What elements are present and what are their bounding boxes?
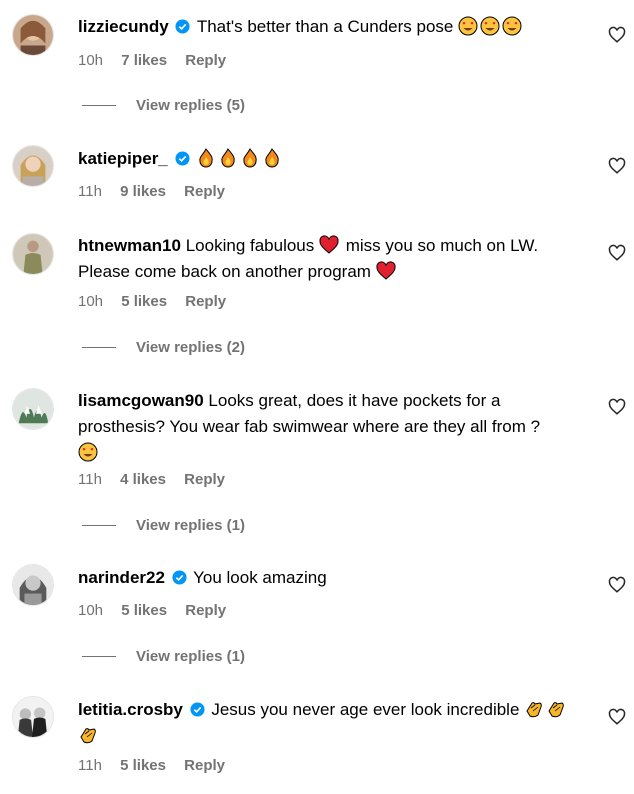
view-replies-label: View replies (5) bbox=[136, 97, 245, 114]
avatar[interactable] bbox=[12, 696, 54, 738]
comment-text: Jesus you never age ever look incredible bbox=[211, 700, 520, 719]
red-heart-emoji-icon bbox=[319, 235, 339, 254]
heart-eyes-emoji-icon bbox=[458, 16, 478, 36]
replies-divider bbox=[82, 525, 116, 526]
clapping-hands-emoji-icon bbox=[526, 702, 542, 718]
likes-count[interactable]: 9 likes bbox=[120, 183, 166, 200]
username[interactable]: narinder22 bbox=[78, 568, 165, 587]
comment-time: 10h bbox=[78, 52, 104, 69]
replies-divider bbox=[82, 347, 116, 348]
comment-text: Looking fabulous bbox=[185, 236, 315, 255]
avatar[interactable] bbox=[12, 14, 54, 56]
fire-emoji-icon bbox=[265, 148, 279, 168]
likes-count[interactable]: 5 likes bbox=[120, 757, 166, 774]
verified-badge-icon bbox=[172, 570, 187, 585]
view-replies-button[interactable]: View replies (5) bbox=[82, 97, 245, 114]
reply-button[interactable]: Reply bbox=[184, 471, 225, 488]
likes-count[interactable]: 4 likes bbox=[120, 471, 166, 488]
username[interactable]: letitia.crosby bbox=[78, 700, 183, 719]
verified-badge-icon bbox=[175, 19, 190, 34]
comment-text: prosthesis? You wear fab swimwear where … bbox=[78, 417, 541, 436]
comment-text: That's better than a Cunders pose bbox=[196, 17, 454, 36]
avatar[interactable] bbox=[12, 388, 54, 430]
username[interactable]: katiepiper_ bbox=[78, 149, 168, 168]
view-replies-label: View replies (1) bbox=[136, 648, 245, 665]
like-heart-icon[interactable] bbox=[608, 157, 626, 175]
avatar[interactable] bbox=[12, 564, 54, 606]
like-heart-icon[interactable] bbox=[608, 576, 626, 594]
view-replies-button[interactable]: View replies (1) bbox=[82, 648, 245, 665]
replies-divider bbox=[82, 656, 116, 657]
avatar[interactable] bbox=[12, 145, 54, 187]
avatar[interactable] bbox=[12, 233, 54, 275]
username[interactable]: lisamcgowan90 bbox=[78, 391, 204, 410]
comment-text: Looks great, does it have pockets for a bbox=[208, 391, 501, 410]
replies-divider bbox=[82, 105, 116, 106]
username[interactable]: lizziecundy bbox=[78, 17, 169, 36]
comment-text: miss you so much on LW. bbox=[345, 236, 539, 255]
heart-eyes-emoji-icon bbox=[78, 442, 98, 462]
likes-count[interactable]: 7 likes bbox=[121, 52, 167, 69]
reply-button[interactable]: Reply bbox=[184, 183, 225, 200]
clapping-hands-emoji-icon bbox=[548, 702, 564, 718]
fire-emoji-icon bbox=[199, 148, 213, 168]
likes-count[interactable]: 5 likes bbox=[121, 293, 167, 310]
username[interactable]: htnewman10 bbox=[78, 236, 181, 255]
like-heart-icon[interactable] bbox=[608, 708, 626, 726]
verified-badge-icon bbox=[190, 702, 205, 717]
comment-text: Please come back on another program bbox=[78, 262, 371, 281]
comment-time: 11h bbox=[78, 757, 102, 774]
comment-time: 11h bbox=[78, 183, 102, 200]
reply-button[interactable]: Reply bbox=[184, 757, 225, 774]
reply-button[interactable]: Reply bbox=[185, 52, 226, 69]
comment-time: 10h bbox=[78, 293, 104, 310]
view-replies-label: View replies (2) bbox=[136, 339, 245, 356]
fire-emoji-icon bbox=[243, 148, 257, 168]
heart-eyes-emoji-icon bbox=[480, 16, 500, 36]
likes-count[interactable]: 5 likes bbox=[121, 602, 167, 619]
reply-button[interactable]: Reply bbox=[185, 293, 226, 310]
like-heart-icon[interactable] bbox=[608, 398, 626, 416]
fire-emoji-icon bbox=[221, 148, 235, 168]
verified-badge-icon bbox=[174, 151, 190, 166]
red-heart-emoji-icon bbox=[376, 261, 396, 280]
reply-button[interactable]: Reply bbox=[185, 602, 226, 619]
heart-eyes-emoji-icon bbox=[502, 16, 522, 36]
view-replies-button[interactable]: View replies (2) bbox=[82, 339, 245, 356]
like-heart-icon[interactable] bbox=[608, 244, 626, 262]
view-replies-button[interactable]: View replies (1) bbox=[82, 517, 245, 534]
view-replies-label: View replies (1) bbox=[136, 517, 245, 534]
clapping-hands-emoji-icon bbox=[80, 728, 96, 744]
comment-time: 11h bbox=[78, 471, 102, 488]
comment-time: 10h bbox=[78, 602, 104, 619]
like-heart-icon[interactable] bbox=[608, 26, 626, 44]
comment-text: You look amazing bbox=[193, 568, 327, 587]
